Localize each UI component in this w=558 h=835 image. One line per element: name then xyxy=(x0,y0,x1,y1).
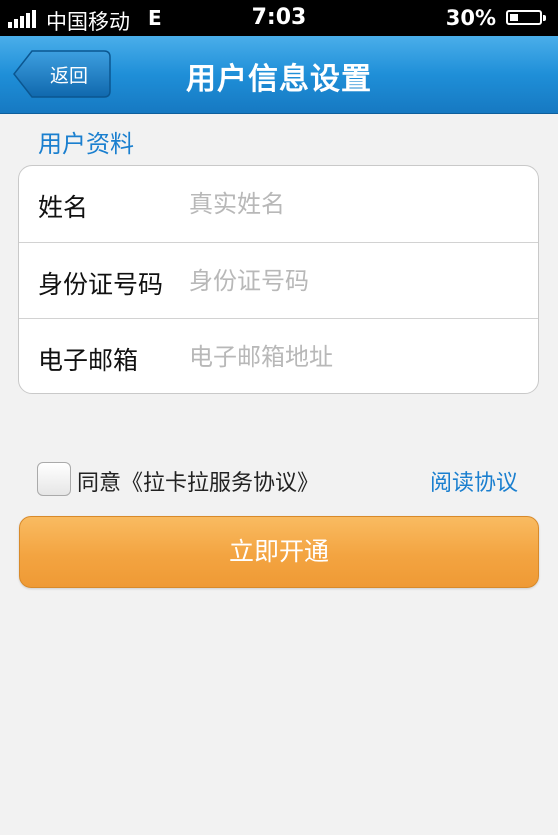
id-number-label: 身份证号码 xyxy=(38,270,164,299)
name-input[interactable] xyxy=(189,182,519,226)
id-number-input[interactable] xyxy=(189,259,519,303)
name-label: 姓名 xyxy=(38,193,89,222)
section-title: 用户资料 xyxy=(38,130,134,158)
agree-checkbox[interactable] xyxy=(37,462,71,496)
status-bar: 中国移动 E 7:03 30% xyxy=(0,0,558,36)
navigation-bar: 返回 用户信息设置 xyxy=(0,36,558,114)
battery-icon xyxy=(506,10,546,25)
read-agreement-link[interactable]: 阅读协议 xyxy=(430,465,518,497)
page-title: 用户信息设置 xyxy=(186,62,372,97)
battery-percent: 30% xyxy=(445,6,496,30)
profile-form: 姓名 身份证号码 电子邮箱 xyxy=(18,165,539,394)
email-input[interactable] xyxy=(189,335,519,379)
activate-button[interactable]: 立即开通 xyxy=(19,516,539,588)
email-label: 电子邮箱 xyxy=(38,346,139,375)
email-row: 电子邮箱 xyxy=(19,318,538,393)
agreement-text: 同意《拉卡拉服务协议》 xyxy=(77,471,320,496)
id-number-row: 身份证号码 xyxy=(19,242,538,319)
name-row: 姓名 xyxy=(19,166,538,242)
